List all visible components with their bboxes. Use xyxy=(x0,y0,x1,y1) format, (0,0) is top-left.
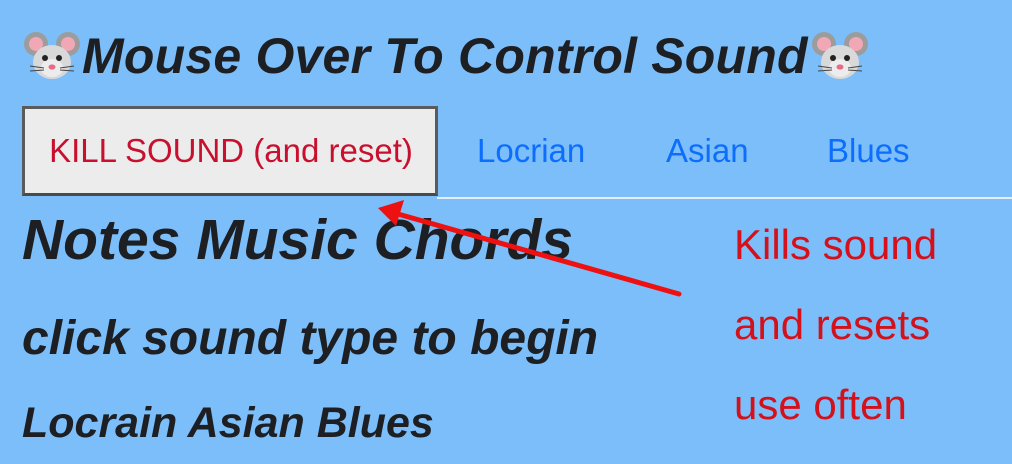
page-title: Mouse Over To Control Sound xyxy=(82,28,808,84)
subheading: click sound type to begin xyxy=(22,312,599,365)
annotation-line: and resets xyxy=(734,301,931,348)
title-row: Mouse Over To Control Sound xyxy=(22,20,870,92)
sound-types-line: Locrain Asian Blues xyxy=(22,399,434,447)
nav-link-blues[interactable]: Blues xyxy=(827,106,910,196)
nav-link-asian[interactable]: Asian xyxy=(666,106,749,196)
annotation-note: Kills sound and resets use often xyxy=(734,205,1004,445)
mouse-face-icon xyxy=(22,26,82,86)
annotation-line: use often xyxy=(734,381,907,428)
main-heading: Notes Music Chords xyxy=(22,208,574,272)
mouse-face-icon xyxy=(810,26,870,86)
nav-link-locrian[interactable]: Locrian xyxy=(477,106,585,196)
kill-sound-button[interactable]: KILL SOUND (and reset) xyxy=(22,106,438,196)
annotation-line: Kills sound xyxy=(734,221,938,268)
nav-divider xyxy=(437,197,1012,199)
nav-bar: KILL SOUND (and reset) Locrian Asian Blu… xyxy=(22,106,1012,196)
